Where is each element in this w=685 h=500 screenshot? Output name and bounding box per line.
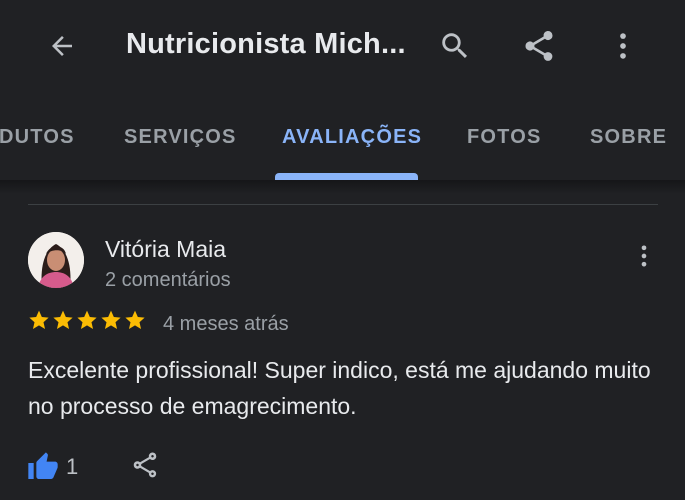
tab-bar: DUTOS SERVIÇOS AVALIAÇÕES FOTOS SOBRE bbox=[0, 92, 685, 180]
tab-fotos[interactable]: FOTOS bbox=[467, 120, 542, 154]
tab-avaliacoes[interactable]: AVALIAÇÕES bbox=[282, 120, 422, 154]
back-button[interactable] bbox=[40, 24, 84, 68]
star-rating bbox=[28, 308, 146, 332]
tab-bar-shadow bbox=[0, 180, 685, 194]
more-vert-icon bbox=[620, 33, 626, 59]
page-title: Nutricionista Mich... bbox=[126, 28, 406, 60]
reviewer-review-count: 2 comentários bbox=[105, 269, 231, 291]
review-more-button[interactable] bbox=[630, 238, 658, 274]
search-button[interactable] bbox=[432, 23, 478, 69]
review-time: 4 meses atrás bbox=[163, 313, 289, 335]
share-icon bbox=[525, 30, 553, 61]
like-button[interactable] bbox=[26, 450, 60, 484]
search-icon bbox=[442, 33, 468, 59]
review-text: Excelente profissional! Super indico, es… bbox=[28, 357, 651, 419]
more-vert-icon bbox=[641, 245, 647, 267]
thumbs-up-icon bbox=[28, 452, 58, 479]
tab-sobre[interactable]: SOBRE bbox=[590, 120, 667, 154]
tab-servicos[interactable]: SERVIÇOS bbox=[124, 120, 237, 154]
tab-produtos[interactable]: DUTOS bbox=[0, 120, 75, 154]
app-bar: Nutricionista Mich... bbox=[0, 0, 685, 92]
star-icon bbox=[53, 310, 73, 329]
share-button[interactable] bbox=[516, 23, 562, 69]
star-icon bbox=[125, 310, 145, 329]
like-count: 1 bbox=[66, 454, 79, 479]
avatar[interactable] bbox=[28, 232, 84, 288]
star-icon bbox=[29, 310, 49, 329]
reviewer-name[interactable]: Vitória Maia bbox=[105, 234, 226, 264]
share-icon bbox=[133, 452, 157, 478]
share-review-button[interactable] bbox=[128, 448, 162, 482]
more-options-button[interactable] bbox=[600, 23, 646, 69]
active-tab-indicator bbox=[275, 173, 418, 180]
divider bbox=[28, 204, 658, 205]
back-arrow-icon bbox=[52, 36, 72, 56]
star-icon bbox=[77, 310, 97, 329]
star-icon bbox=[101, 310, 121, 329]
